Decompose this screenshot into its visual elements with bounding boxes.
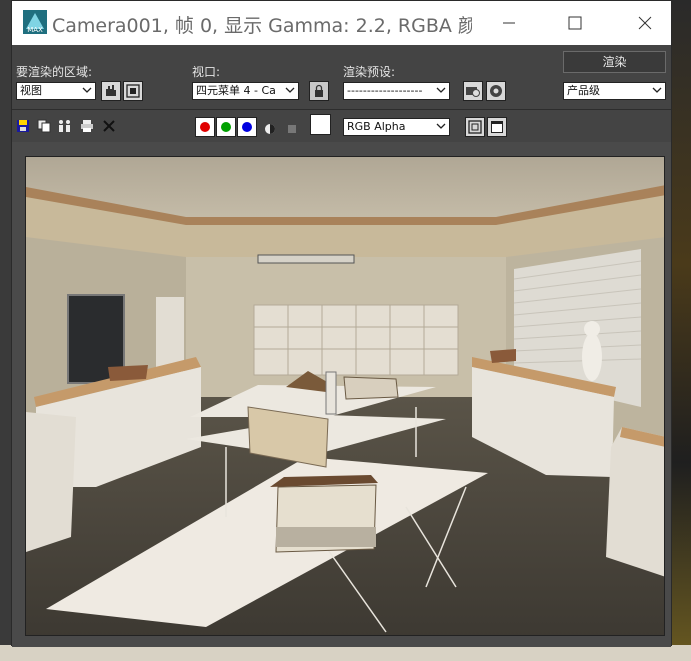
chevron-down-icon: [436, 87, 446, 93]
render-setup-icon: [466, 87, 480, 97]
half-circle-icon: [265, 124, 275, 134]
background-desktop-right: [672, 0, 691, 661]
blue-channel-icon: [242, 122, 252, 132]
red-channel-icon: [200, 122, 210, 132]
minimize-button[interactable]: [486, 1, 532, 45]
render-quality-dropdown[interactable]: 产品级: [563, 82, 666, 100]
window-title: Camera001, 帧 0, 显示 Gamma: 2.2, RGBA 颜色 .…: [52, 15, 472, 37]
render-area-value: 视图: [20, 84, 42, 97]
print-icon: [81, 120, 93, 132]
color-swatch[interactable]: [310, 114, 331, 135]
chevron-down-icon: [285, 87, 295, 93]
clear-image-button[interactable]: [101, 118, 117, 134]
hand-region-icon: [106, 85, 116, 96]
edit-region-button[interactable]: [101, 81, 121, 101]
chevron-down-icon: [82, 87, 92, 93]
print-image-button[interactable]: [79, 118, 95, 134]
channel-display-dropdown[interactable]: RGB Alpha: [343, 118, 450, 136]
region-select-icon: [126, 84, 140, 98]
background-desktop-bottom: [0, 645, 691, 661]
close-button[interactable]: [622, 1, 668, 45]
max-app-icon: MAX: [23, 10, 47, 34]
render-preset-label: 渲染预设:: [343, 65, 396, 79]
copy-image-button[interactable]: [36, 118, 52, 134]
green-channel-icon: [221, 122, 231, 132]
render-preset-value: -------------------: [347, 84, 423, 97]
blue-channel-toggle[interactable]: [237, 117, 257, 137]
frame-buffer-window: MAX Camera001, 帧 0, 显示 Gamma: 2.2, RGBA …: [11, 0, 672, 647]
settings-toolbar: 要渲染的区域: 视图 视口: 四元菜单 4 - Ca 渲染预设: -------…: [12, 45, 671, 109]
maximize-button[interactable]: [552, 1, 598, 45]
render-area-label: 要渲染的区域:: [16, 65, 93, 79]
minimize-icon: [503, 22, 515, 24]
svg-text:MAX: MAX: [27, 26, 43, 34]
chevron-down-icon: [652, 87, 662, 93]
channel-display-value: RGB Alpha: [347, 120, 406, 133]
viewport-value: 四元菜单 4 - Ca: [196, 84, 276, 97]
lock-viewport-button[interactable]: [309, 81, 329, 101]
render-button[interactable]: 渲染: [563, 51, 666, 73]
auto-region-button[interactable]: [123, 81, 143, 101]
monochrome-toggle[interactable]: [284, 121, 300, 137]
chevron-down-icon: [436, 123, 446, 129]
clone-people-icon: [59, 120, 70, 132]
title-bar: MAX Camera001, 帧 0, 显示 Gamma: 2.2, RGBA …: [12, 1, 671, 45]
image-toolbar: [12, 110, 671, 140]
clear-x-icon: [103, 120, 115, 132]
render-quality-value: 产品级: [567, 84, 600, 97]
toggle-ui-overlay-button[interactable]: [465, 117, 485, 137]
maximize-icon: [568, 16, 582, 30]
lock-icon: [315, 84, 323, 97]
render-area-dropdown[interactable]: 视图: [16, 82, 96, 100]
close-icon: [638, 16, 652, 30]
render-preset-dropdown[interactable]: -------------------: [343, 82, 450, 100]
viewport-label: 视口:: [192, 65, 221, 79]
clone-window-button[interactable]: [57, 118, 73, 134]
teapot-icon: [490, 85, 502, 97]
mono-square-icon: [288, 125, 296, 133]
render-viewport[interactable]: [25, 156, 665, 636]
alpha-display-toggle[interactable]: [262, 121, 278, 137]
environment-button[interactable]: [486, 81, 506, 101]
overlay-frame-icon: [468, 120, 482, 134]
window-ui-icon: [491, 121, 503, 133]
green-channel-toggle[interactable]: [216, 117, 236, 137]
rendered-room-image: [26, 157, 664, 635]
render-setup-button[interactable]: [463, 81, 483, 101]
copy-icon: [37, 119, 51, 133]
viewport-dropdown[interactable]: 四元菜单 4 - Ca: [192, 82, 299, 100]
save-icon: [17, 120, 29, 132]
red-channel-toggle[interactable]: [195, 117, 215, 137]
toggle-ui-button[interactable]: [487, 117, 507, 137]
save-image-button[interactable]: [15, 118, 31, 134]
